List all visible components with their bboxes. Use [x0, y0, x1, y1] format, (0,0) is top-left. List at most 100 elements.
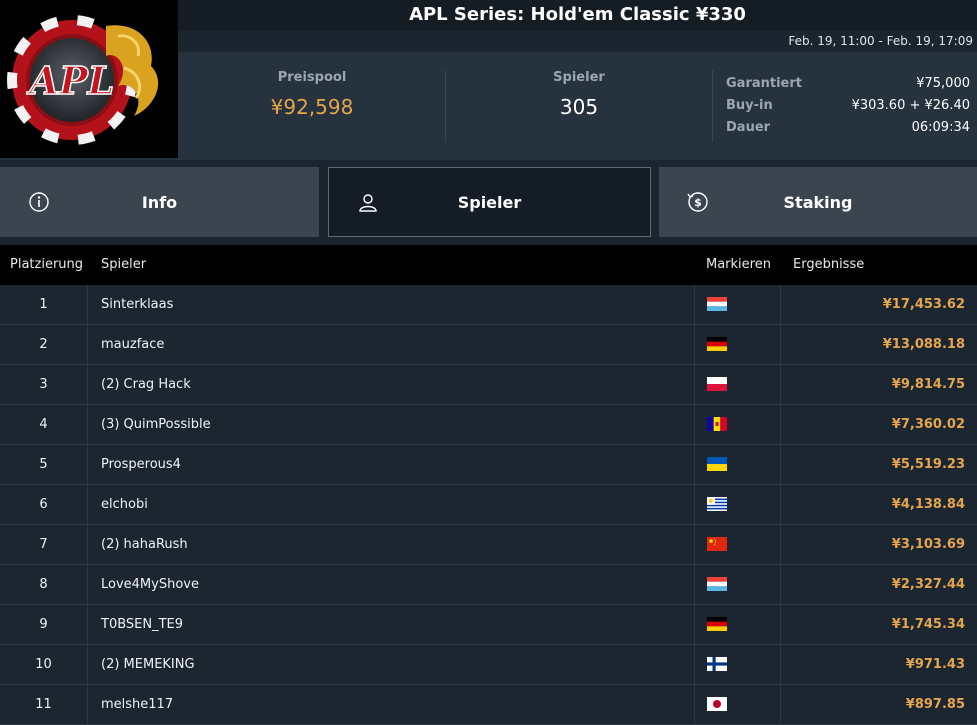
row-player-name[interactable]: Love4MyShove [101, 565, 199, 604]
row-mark-cell[interactable] [694, 685, 781, 724]
row-player-name[interactable]: T0BSEN_TE9 [101, 605, 183, 644]
tab-info[interactable]: Info [0, 167, 319, 237]
apl-logo: APL [0, 0, 178, 158]
flag-germany-icon [707, 617, 727, 631]
table-row[interactable]: 11 melshe117 ¥897.85 [0, 685, 977, 725]
flag-andorra-icon [707, 417, 727, 431]
row-place: 11 [0, 685, 88, 724]
detail-value: ¥303.60 + ¥26.40 [851, 98, 970, 113]
table-row[interactable]: 5 Prosperous4 ¥5,519.23 [0, 445, 977, 485]
row-result: ¥971.43 [905, 657, 965, 672]
row-player-name[interactable]: (2) MEMEKING [101, 645, 195, 684]
dollar-coin-icon: $ [687, 192, 708, 212]
flag-germany-icon [707, 337, 727, 351]
row-place: 9 [0, 605, 88, 644]
row-mark-cell[interactable] [694, 285, 781, 324]
table-row[interactable]: 8 Love4MyShove ¥2,327.44 [0, 565, 977, 605]
row-result: ¥2,327.44 [891, 577, 965, 592]
row-player-name[interactable]: melshe117 [101, 685, 173, 724]
row-place: 2 [0, 325, 88, 364]
tab-players[interactable]: Spieler [328, 167, 651, 237]
row-mark-cell[interactable] [694, 605, 781, 644]
tournament-header: APL APL Series: Hold'em Classic ¥330 Feb… [0, 0, 977, 160]
detail-buyin: Buy-in ¥303.60 + ¥26.40 [726, 98, 970, 120]
table-row[interactable]: 1 Sinterklaas ¥17,453.62 [0, 285, 977, 325]
row-place: 8 [0, 565, 88, 604]
tab-label: Staking [783, 192, 853, 212]
tab-bar: Info Spieler $ Staking [0, 160, 977, 244]
column-header-player[interactable]: Spieler [101, 257, 146, 272]
row-place: 7 [0, 525, 88, 564]
players-stat: Spieler 305 [456, 70, 702, 119]
detail-key: Dauer [726, 120, 771, 135]
row-result: ¥7,360.02 [891, 417, 965, 432]
row-result: ¥4,138.84 [891, 497, 965, 512]
row-result: ¥9,814.75 [891, 377, 965, 392]
prize-pool-stat: Preispool ¥92,598 [190, 70, 434, 119]
row-player-name[interactable]: mauzface [101, 325, 164, 364]
row-mark-cell[interactable] [694, 645, 781, 684]
detail-duration: Dauer 06:09:34 [726, 120, 970, 142]
prize-pool-value: ¥92,598 [270, 95, 354, 119]
row-mark-cell[interactable] [694, 325, 781, 364]
stat-divider [712, 70, 713, 142]
players-label: Spieler [553, 70, 605, 85]
detail-guaranteed: Garantiert ¥75,000 [726, 76, 970, 98]
flag-japan-icon [707, 697, 727, 711]
row-mark-cell[interactable] [694, 405, 781, 444]
row-result: ¥13,088.18 [882, 337, 965, 352]
row-mark-cell[interactable] [694, 565, 781, 604]
row-player-name[interactable]: (2) Crag Hack [101, 365, 191, 404]
stat-divider [445, 70, 446, 142]
row-result: ¥3,103.69 [891, 537, 965, 552]
flag-luxembourg-icon [707, 577, 727, 591]
row-mark-cell[interactable] [694, 485, 781, 524]
row-place: 5 [0, 445, 88, 484]
column-header-results[interactable]: Ergebnisse [793, 257, 864, 272]
row-mark-cell[interactable] [694, 365, 781, 404]
row-player-name[interactable]: (2) hahaRush [101, 525, 188, 564]
row-result: ¥5,519.23 [891, 457, 965, 472]
flag-china-icon [707, 537, 727, 551]
table-row[interactable]: 9 T0BSEN_TE9 ¥1,745.34 [0, 605, 977, 645]
row-result: ¥897.85 [905, 697, 965, 712]
table-row[interactable]: 6 elchobi ¥4,138.84 [0, 485, 977, 525]
user-icon [359, 194, 377, 212]
page-title: APL Series: Hold'em Classic ¥330 [178, 0, 977, 30]
svg-text:$: $ [694, 196, 702, 209]
row-mark-cell[interactable] [694, 445, 781, 484]
column-header-mark[interactable]: Markieren [706, 257, 771, 272]
table-row[interactable]: 4 (3) QuimPossible ¥7,360.02 [0, 405, 977, 445]
detail-value: 06:09:34 [911, 120, 970, 135]
detail-key: Garantiert [726, 76, 802, 91]
row-place: 6 [0, 485, 88, 524]
info-icon [29, 192, 49, 212]
row-mark-cell[interactable] [694, 525, 781, 564]
date-range: Feb. 19, 11:00 - Feb. 19, 17:09 [178, 30, 977, 52]
players-count: 305 [559, 95, 599, 119]
table-row[interactable]: 7 (2) hahaRush ¥3,103.69 [0, 525, 977, 565]
svg-text:APL: APL [27, 58, 115, 103]
table-row[interactable]: 10 (2) MEMEKING ¥971.43 [0, 645, 977, 685]
row-player-name[interactable]: Sinterklaas [101, 285, 173, 324]
row-player-name[interactable]: elchobi [101, 485, 148, 524]
table-row[interactable]: 3 (2) Crag Hack ¥9,814.75 [0, 365, 977, 405]
flag-luxembourg-icon [707, 297, 727, 311]
detail-key: Buy-in [726, 98, 773, 113]
table-row[interactable]: 2 mauzface ¥13,088.18 [0, 325, 977, 365]
row-place: 3 [0, 365, 88, 404]
prize-pool-label: Preispool [277, 70, 347, 85]
row-result: ¥17,453.62 [882, 297, 965, 312]
detail-value: ¥75,000 [916, 76, 970, 91]
tournament-details: Garantiert ¥75,000 Buy-in ¥303.60 + ¥26.… [726, 76, 970, 142]
tab-staking[interactable]: $ Staking [659, 167, 977, 237]
column-header-place[interactable]: Platzierung [10, 257, 83, 272]
row-result: ¥1,745.34 [891, 617, 965, 632]
row-player-name[interactable]: Prosperous4 [101, 445, 181, 484]
table-header: Platzierung Spieler Markieren Ergebnisse [0, 245, 977, 285]
tab-label: Info [141, 192, 178, 212]
results-table: 1 Sinterklaas ¥17,453.62 2 mauzface ¥13,… [0, 285, 977, 725]
tab-label: Spieler [457, 192, 522, 212]
row-player-name[interactable]: (3) QuimPossible [101, 405, 211, 444]
flag-finland-icon [707, 657, 727, 671]
